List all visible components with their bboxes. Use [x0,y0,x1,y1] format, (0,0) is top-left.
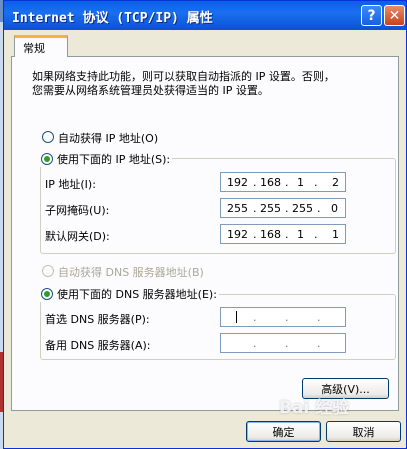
help-icon: ? [367,7,376,24]
octet-separator: . [317,202,321,215]
preferred-dns-input[interactable]: . . . [220,307,346,327]
mask-octet-4: 0 [331,202,338,215]
gw-octet-3: 1 [297,228,304,241]
octet-separator: . [285,311,289,324]
tcpip-properties-dialog: Internet 协议 (TCP/IP) 属性 ? ✕ 常规 如果网络支持此功能… [3,0,407,449]
alternate-dns-input[interactable]: . . . [220,333,346,353]
auto-dns-radio [42,265,54,277]
octet-separator: . [285,176,289,189]
cancel-button[interactable]: 取消 [326,421,401,442]
window-title: Internet 协议 (TCP/IP) 属性 [12,11,213,26]
title-bar[interactable]: Internet 协议 (TCP/IP) 属性 ? ✕ [4,1,406,30]
ip-octet-2: 168 [260,176,281,189]
close-button[interactable]: ✕ [384,5,405,26]
octet-separator: . [253,176,257,189]
ip-address-input[interactable]: 192 . 168 . 1 . 2 [220,172,346,192]
octet-separator: . [285,228,289,241]
ip-address-label: IP 地址(I): [45,178,96,191]
ip-octet-3: 1 [297,176,304,189]
manual-dns-label[interactable]: 使用下面的 DNS 服务器地址(E): [57,286,217,302]
auto-ip-label[interactable]: 自动获得 IP 地址(O) [58,130,158,146]
preferred-dns-label: 首选 DNS 服务器(P): [45,313,150,326]
manual-dns-radio[interactable] [41,288,53,300]
manual-ip-radio[interactable] [41,153,53,165]
ok-button[interactable]: 确定 [246,421,321,442]
mask-octet-2: 255 [260,202,281,215]
auto-dns-label: 自动获得 DNS 服务器地址(B) [58,266,204,279]
ip-octet-4: 2 [332,176,339,189]
description-line-2: 您需要从网络系统管理员处获得适当的 IP 设置。 [32,84,269,97]
manual-ip-legend: 使用下面的 IP 地址(S): [39,151,173,167]
gw-octet-2: 168 [260,228,281,241]
default-gateway-label: 默认网关(D): [45,230,110,243]
ip-octet-1: 192 [227,176,248,189]
tab-general[interactable]: 常规 [14,35,68,57]
octet-separator: . [253,337,257,350]
octet-separator: . [314,228,318,241]
text-caret [236,311,237,323]
octet-separator: . [317,337,321,350]
octet-separator: . [314,176,318,189]
default-gateway-input[interactable]: 192 . 168 . 1 . 1 [220,224,346,244]
octet-separator: . [253,202,257,215]
manual-ip-label[interactable]: 使用下面的 IP 地址(S): [57,151,170,167]
mask-octet-1: 255 [227,202,248,215]
help-button[interactable]: ? [361,5,382,26]
gw-octet-4: 1 [332,228,339,241]
general-panel: 如果网络支持此功能，则可以获取自动指派的 IP 设置。否则， 您需要从网络系统管… [11,56,399,411]
octet-separator: . [317,311,321,324]
mask-octet-3: 255 [292,202,313,215]
auto-ip-radio[interactable] [42,131,54,143]
manual-dns-legend: 使用下面的 DNS 服务器地址(E): [39,286,219,302]
octet-separator: . [253,228,257,241]
close-icon: ✕ [388,7,401,24]
baidu-watermark: Bai 经验 [279,398,350,418]
subnet-mask-label: 子网掩码(U): [45,204,110,217]
alternate-dns-label: 备用 DNS 服务器(A): [45,339,151,352]
octet-separator: . [285,337,289,350]
octet-separator: . [285,202,289,215]
gw-octet-1: 192 [227,228,248,241]
subnet-mask-input[interactable]: 255 . 255 . 255 . 0 [220,198,346,218]
tab-general-label: 常规 [23,42,45,55]
octet-separator: . [253,311,257,324]
